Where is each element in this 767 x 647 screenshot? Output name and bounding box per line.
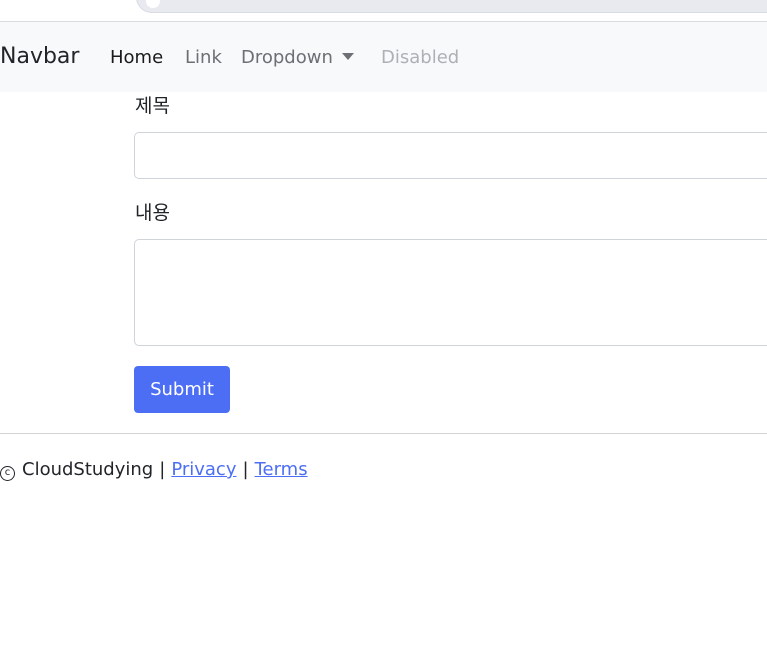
nav-link-disabled: Disabled [381, 47, 460, 68]
title-input[interactable] [134, 132, 767, 179]
browser-top-strip [0, 0, 767, 22]
footer-divider [0, 433, 767, 434]
nav-dropdown-label: Dropdown [241, 47, 333, 68]
footer-separator: | [242, 459, 249, 480]
search-icon [146, 0, 160, 8]
nav-link-home[interactable]: Home [110, 47, 163, 69]
copyright-icon: c [0, 466, 15, 481]
caret-down-icon [341, 53, 354, 60]
footer: c CloudStudying | Privacy | Terms [0, 458, 308, 482]
search-bar-remnant [136, 0, 767, 13]
submit-button[interactable]: Submit [134, 366, 230, 413]
navbar-brand[interactable]: Navbar [0, 43, 79, 71]
privacy-link[interactable]: Privacy [171, 459, 236, 480]
content-textarea[interactable] [134, 239, 767, 346]
navbar: Navbar Home Link Dropdown Disabled [0, 22, 767, 92]
title-label: 제목 [135, 95, 170, 117]
nav-link-link[interactable]: Link [185, 47, 222, 69]
terms-link[interactable]: Terms [255, 459, 308, 480]
footer-company: CloudStudying [22, 459, 154, 480]
footer-separator: | [159, 459, 166, 480]
nav-dropdown[interactable]: Dropdown [241, 47, 354, 69]
content-label: 내용 [135, 202, 170, 224]
